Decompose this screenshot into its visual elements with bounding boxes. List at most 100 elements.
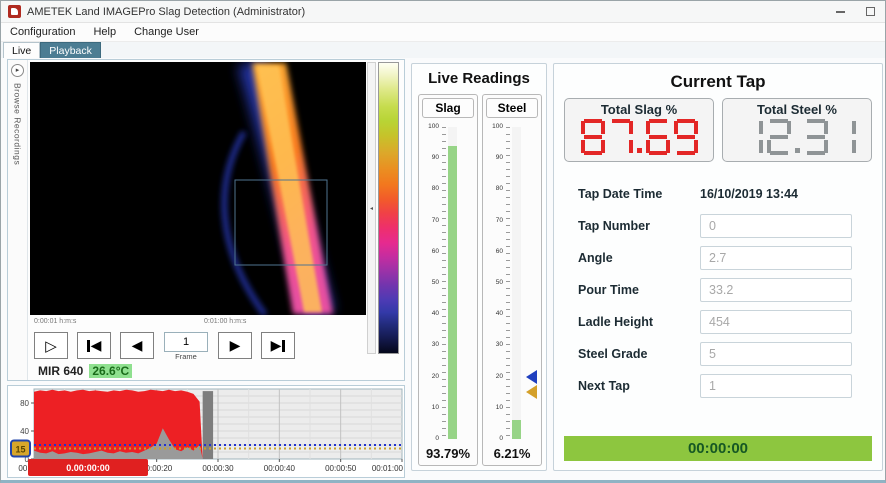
steel-gauge-label: Steel <box>486 98 538 118</box>
menu-configuration[interactable]: Configuration <box>1 23 84 41</box>
slag-trend-chart[interactable]: 0408000:00:0000:00:1000:00:2000:00:3000:… <box>7 385 405 478</box>
totals-row: Total Slag % Total Steel % <box>564 98 872 162</box>
scale-tick-label: 90 <box>421 154 439 161</box>
camera-name: MIR 640 <box>38 364 83 378</box>
scale-tick-label: 20 <box>485 373 503 380</box>
threshold-marker-15[interactable] <box>526 385 537 399</box>
frame-label: Frame <box>163 352 209 361</box>
live-readings-panel: Live Readings Slag 100908070605040302010… <box>411 63 547 471</box>
step-back-button[interactable]: ◀ <box>120 332 154 359</box>
trend-chart-svg[interactable]: 0408000:00:0000:00:1000:00:2000:00:3000:… <box>8 386 404 478</box>
field-row-ladle-height: Ladle Height <box>554 310 882 334</box>
svg-text:15: 15 <box>15 445 25 455</box>
next-tap-input[interactable] <box>700 374 852 398</box>
tap-date-time-value: 16/10/2019 13:44 <box>700 187 852 201</box>
jump-start-icon: ◀ <box>91 337 102 354</box>
field-row-angle: Angle <box>554 246 882 270</box>
gauge-scale-labels: 1009080706050403020100 <box>421 127 441 439</box>
svg-text:00:00:50: 00:00:50 <box>325 464 357 473</box>
gauge-fill <box>512 420 521 439</box>
threshold-marker-20[interactable] <box>526 370 537 384</box>
scale-tick-label: 90 <box>485 154 503 161</box>
angle-input[interactable] <box>700 246 852 270</box>
svg-text:00:01:00: 00:01:00 <box>372 464 404 473</box>
seven-seg-digit <box>739 119 763 155</box>
jump-to-end-button[interactable]: ▶ <box>261 332 295 359</box>
minimize-button[interactable] <box>825 2 855 22</box>
gauge-marker-layer <box>459 127 475 439</box>
svg-text:00:00:40: 00:00:40 <box>264 464 296 473</box>
seven-seg-digit <box>804 119 828 155</box>
live-readings-title: Live Readings <box>412 70 546 87</box>
total-steel-display: Total Steel % <box>722 98 872 162</box>
tab-live[interactable]: Live <box>3 42 40 58</box>
step-forward-button[interactable]: ▶ <box>218 332 252 359</box>
window-title: AMETEK Land IMAGEPro Slag Detection (Adm… <box>27 6 305 18</box>
collapse-colorbar-strip[interactable]: ◂ <box>367 62 376 354</box>
app-window: AMETEK Land IMAGEPro Slag Detection (Adm… <box>0 0 886 483</box>
seven-seg-dot <box>637 148 642 153</box>
scale-tick-label: 40 <box>485 310 503 317</box>
total-steel-label: Total Steel % <box>723 102 871 117</box>
total-slag-label: Total Slag % <box>565 102 713 117</box>
timestamp-mid: 0:01:00 h:m:s <box>204 318 246 325</box>
seven-seg-dot <box>795 148 800 153</box>
step-back-icon: ◀ <box>132 337 143 354</box>
scale-tick-label: 80 <box>485 185 503 192</box>
play-button[interactable]: ▷ <box>34 332 68 359</box>
frame-control: Frame <box>163 332 209 361</box>
frame-input[interactable] <box>164 332 208 352</box>
playback-controls: ▷ ◀ ◀ Frame ▶ ▶ <box>34 332 295 361</box>
app-logo-icon <box>8 5 21 18</box>
gauge-marker-layer <box>523 127 539 439</box>
scale-tick-label: 100 <box>485 123 503 130</box>
end-bar-icon <box>282 340 285 352</box>
steel-grade-label: Steel Grade <box>578 347 647 361</box>
tab-playback[interactable]: Playback <box>40 42 101 58</box>
seven-seg-digit <box>581 119 605 155</box>
total-steel-value <box>723 117 871 157</box>
scale-tick-label: 30 <box>421 341 439 348</box>
pour-time-input[interactable] <box>700 278 852 302</box>
menu-help[interactable]: Help <box>84 23 125 41</box>
menu-bar: Configuration Help Change User <box>1 23 885 42</box>
field-row-steel-grade: Steel Grade <box>554 342 882 366</box>
angle-label: Angle <box>578 251 613 265</box>
scale-tick-label: 70 <box>485 217 503 224</box>
collapse-arrow-icon: ◂ <box>370 205 373 212</box>
scale-tick-label: 70 <box>421 217 439 224</box>
browse-recordings-strip[interactable]: ▸ Browse Recordings <box>8 60 28 380</box>
seven-seg-digit <box>646 119 670 155</box>
thermal-viewer-panel: ▸ Browse Recordings <box>7 59 405 381</box>
current-tap-title: Current Tap <box>554 72 882 92</box>
slag-percent: 93.79% <box>419 446 477 461</box>
gauge-track <box>448 127 457 439</box>
tap-number-input[interactable] <box>700 214 852 238</box>
steel-grade-input[interactable] <box>700 342 852 366</box>
seven-seg-digit <box>609 119 633 155</box>
ladle-height-input[interactable] <box>700 310 852 334</box>
scale-tick-label: 80 <box>421 185 439 192</box>
slag-gauge: Slag 1009080706050403020100 93.79% <box>418 94 478 466</box>
thermal-image[interactable] <box>30 62 366 315</box>
scale-tick-label: 10 <box>421 404 439 411</box>
start-bar-icon <box>87 340 90 352</box>
steel-gauge: Steel 1009080706050403020100 6.21% <box>482 94 542 466</box>
steel-percent: 6.21% <box>483 446 541 461</box>
expand-arrow-icon[interactable]: ▸ <box>11 64 24 77</box>
jump-to-start-button[interactable]: ◀ <box>77 332 111 359</box>
scale-tick-label: 30 <box>485 341 503 348</box>
menu-change-user[interactable]: Change User <box>125 23 208 41</box>
steel-gauge-scale: 1009080706050403020100 <box>485 127 539 439</box>
tap-timer: 00:00:00 <box>564 436 872 461</box>
maximize-button[interactable] <box>855 2 885 22</box>
field-row-next-tap: Next Tap <box>554 374 882 398</box>
next-tap-label: Next Tap <box>578 379 630 393</box>
scale-tick-label: 60 <box>421 248 439 255</box>
scale-tick-label: 100 <box>421 123 439 130</box>
browse-recordings-label: Browse Recordings <box>13 83 23 165</box>
tab-bar: Live Playback <box>1 42 885 58</box>
maximize-icon <box>866 7 875 16</box>
pour-time-label: Pour Time <box>578 283 639 297</box>
scale-tick-label: 0 <box>485 435 503 442</box>
